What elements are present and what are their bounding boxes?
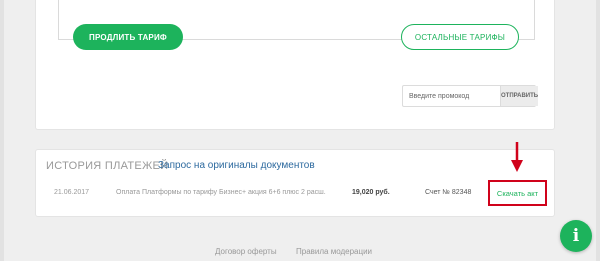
moderation-rules-link[interactable]: Правила модерации <box>296 247 372 256</box>
window-frame-right <box>596 0 600 261</box>
payment-amount: 19,020 руб. <box>352 189 390 196</box>
payment-history-card: ИСТОРИЯ ПЛАТЕЖЕЙ Запрос на оригиналы док… <box>35 149 555 217</box>
tariff-card: ПРОДЛИТЬ ТАРИФ ОСТАЛЬНЫЕ ТАРИФЫ ОТПРАВИТ… <box>35 0 555 130</box>
payment-description: Оплата Платформы по тарифу Бизнес+ акция… <box>116 189 326 196</box>
info-icon: i <box>572 225 580 246</box>
extend-tariff-button[interactable]: ПРОДЛИТЬ ТАРИФ <box>73 24 183 50</box>
promo-form: ОТПРАВИТЬ <box>402 85 539 107</box>
payment-history-title: ИСТОРИЯ ПЛАТЕЖЕЙ <box>46 160 169 172</box>
invoice-number: Счет № 82348 <box>425 189 472 196</box>
download-act-highlight: Скачать акт <box>488 180 547 206</box>
window-frame-left <box>0 0 4 261</box>
promo-code-input[interactable] <box>403 86 500 106</box>
download-act-link[interactable]: Скачать акт <box>497 189 538 198</box>
offer-agreement-link[interactable]: Договор оферты <box>215 247 277 256</box>
other-tariffs-button[interactable]: ОСТАЛЬНЫЕ ТАРИФЫ <box>401 24 519 50</box>
arrow-down-icon <box>511 142 523 172</box>
promo-submit-button[interactable]: ОТПРАВИТЬ <box>500 86 539 106</box>
request-originals-link[interactable]: Запрос на оригиналы документов <box>158 160 315 171</box>
payment-date: 21.06.2017 <box>54 189 90 196</box>
info-button[interactable]: i <box>560 220 592 252</box>
